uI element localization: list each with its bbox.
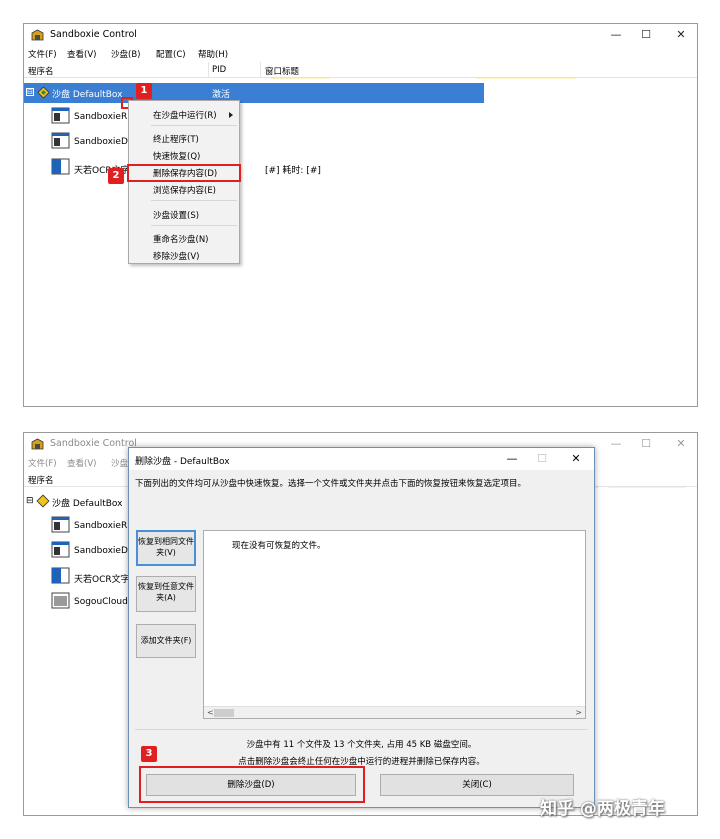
minimize-button[interactable]: — bbox=[601, 436, 631, 452]
column-divider[interactable] bbox=[208, 62, 209, 78]
sandbox-name[interactable]: 沙盘 DefaultBox bbox=[52, 496, 122, 509]
menu-item-explore-contents[interactable]: 浏览保存内容(E) bbox=[153, 184, 216, 196]
sandboxie-window-bottom: Sandboxie Control — ☐ ✕ 文件(F) 查看(V) 沙盘 程… bbox=[23, 432, 698, 816]
menu-separator bbox=[151, 200, 237, 201]
step-badge-1: 1 bbox=[136, 83, 152, 99]
sandbox-icon bbox=[36, 494, 50, 508]
program-window-icon bbox=[51, 107, 70, 124]
sandbox-state: 激活 bbox=[212, 90, 231, 100]
horizontal-scrollbar[interactable]: < > bbox=[204, 706, 585, 718]
collapse-icon[interactable]: ⊟ bbox=[26, 88, 34, 96]
column-window-title[interactable]: 窗口标题 bbox=[265, 65, 299, 77]
menu-file[interactable]: 文件(F) bbox=[28, 457, 57, 469]
menu-item-run-sandboxed[interactable]: 在沙盘中运行(R) bbox=[153, 109, 217, 121]
process-name[interactable]: SandboxieR bbox=[74, 112, 127, 122]
context-menu: 在沙盘中运行(R) 终止程序(T) 快速恢复(Q) 删除保存内容(D) 浏览保存… bbox=[128, 100, 240, 264]
program-window-icon bbox=[51, 541, 70, 558]
menu-item-rename-sandbox[interactable]: 重命名沙盘(N) bbox=[153, 233, 209, 245]
highlight-box-3 bbox=[139, 766, 365, 803]
menu-configure[interactable]: 配置(C) bbox=[156, 48, 186, 60]
sandboxie-logo-icon bbox=[31, 438, 44, 450]
column-program-name[interactable]: 程序名 bbox=[28, 474, 54, 486]
menu-item-terminate-programs[interactable]: 终止程序(T) bbox=[153, 133, 199, 145]
title-bar: Sandboxie Control — ☐ ✕ bbox=[24, 24, 697, 46]
button-label: 恢复到相同文件夹(V) bbox=[138, 537, 194, 557]
menu-view[interactable]: 查看(V) bbox=[67, 48, 96, 60]
menu-help[interactable]: 帮助(H) bbox=[198, 48, 228, 60]
button-label: 添加文件夹(F) bbox=[140, 636, 192, 645]
menu-bar: 文件(F) 查看(V) 沙盘(B) 配置(C) 帮助(H) bbox=[24, 46, 697, 62]
step-badge-3: 3 bbox=[141, 746, 157, 762]
recover-same-folder-button[interactable]: 恢复到相同文件夹(V) bbox=[136, 530, 196, 566]
scroll-right-icon[interactable]: > bbox=[575, 707, 582, 718]
menu-file[interactable]: 文件(F) bbox=[28, 48, 57, 60]
scroll-left-icon[interactable]: < bbox=[207, 707, 214, 718]
empty-list-message: 现在没有可恢复的文件。 bbox=[232, 541, 326, 551]
sandbox-row-defaultbox[interactable]: ⊟ 沙盘 DefaultBox 激活 bbox=[24, 83, 484, 103]
add-folder-button[interactable]: 添加文件夹(F) bbox=[136, 624, 196, 658]
dialog-close-button[interactable]: ✕ bbox=[563, 452, 589, 468]
dialog-title-bar: 删除沙盘 - DefaultBox — ☐ ✕ bbox=[129, 448, 594, 470]
maximize-button[interactable]: ☐ bbox=[631, 436, 661, 452]
program-window-icon bbox=[51, 592, 70, 609]
recover-any-folder-button[interactable]: 恢复到任意文件夹(A) bbox=[136, 576, 196, 612]
sandbox-icon bbox=[37, 86, 50, 99]
window-title-value: [#] 耗时: [#] bbox=[265, 166, 321, 176]
dialog-minimize-button[interactable]: — bbox=[499, 452, 525, 468]
column-pid[interactable]: PID bbox=[212, 65, 226, 75]
menu-sandbox[interactable]: 沙盘(B) bbox=[111, 48, 140, 60]
collapse-icon[interactable]: ⊟ bbox=[26, 496, 34, 506]
program-window-icon bbox=[51, 567, 70, 584]
dialog-title: 删除沙盘 - DefaultBox bbox=[135, 457, 230, 467]
process-name[interactable]: SogouCloud bbox=[74, 597, 128, 607]
menu-item-quick-recovery[interactable]: 快速恢复(Q) bbox=[153, 150, 200, 162]
process-name[interactable]: SandboxieR bbox=[74, 521, 127, 531]
site-watermark: 知乎 @两极青年 bbox=[540, 799, 665, 819]
sandboxie-logo-icon bbox=[31, 29, 44, 41]
menu-item-remove-sandbox[interactable]: 移除沙盘(V) bbox=[153, 250, 199, 262]
sandbox-usage-info: 沙盘中有 11 个文件及 13 个文件夹, 占用 45 KB 磁盘空间。 bbox=[246, 740, 477, 750]
program-window-icon bbox=[51, 132, 70, 149]
step-badge-2: 2 bbox=[108, 168, 124, 184]
process-list: ⊟ 沙盘 DefaultBox 激活 SandboxieR SandboxieD… bbox=[24, 79, 697, 406]
highlight-box-2 bbox=[127, 164, 241, 182]
menu-separator bbox=[151, 225, 237, 226]
program-window-icon bbox=[51, 158, 70, 175]
scroll-thumb[interactable] bbox=[214, 709, 234, 717]
dialog-maximize-button: ☐ bbox=[537, 452, 547, 465]
menu-item-sandbox-settings[interactable]: 沙盘设置(S) bbox=[153, 209, 199, 221]
column-program-name[interactable]: 程序名 bbox=[28, 65, 54, 77]
process-name[interactable]: SandboxieD bbox=[74, 137, 128, 147]
window-title: Sandboxie Control bbox=[50, 29, 137, 40]
menu-separator bbox=[151, 125, 237, 126]
submenu-arrow-icon bbox=[229, 112, 233, 118]
column-divider[interactable] bbox=[260, 62, 261, 78]
delete-sandbox-dialog: 删除沙盘 - DefaultBox — ☐ ✕ 下面列出的文件均可从沙盘中快速恢… bbox=[128, 447, 595, 808]
process-name[interactable]: 天若OCR文字 bbox=[74, 572, 130, 585]
recoverable-files-list[interactable]: 现在没有可恢复的文件。 < > bbox=[203, 530, 586, 719]
menu-sandbox[interactable]: 沙盘 bbox=[111, 457, 128, 469]
process-name[interactable]: SandboxieD bbox=[74, 546, 128, 556]
close-button[interactable]: ✕ bbox=[666, 27, 696, 43]
close-dialog-button[interactable]: 关闭(C) bbox=[380, 774, 574, 796]
dialog-divider bbox=[135, 729, 588, 730]
program-window-icon bbox=[51, 516, 70, 533]
window-title: Sandboxie Control bbox=[50, 438, 137, 449]
menu-view[interactable]: 查看(V) bbox=[67, 457, 96, 469]
close-button[interactable]: ✕ bbox=[666, 436, 696, 452]
maximize-button[interactable]: ☐ bbox=[631, 27, 661, 43]
sandbox-name: 沙盘 DefaultBox bbox=[52, 90, 123, 100]
button-label: 恢复到任意文件夹(A) bbox=[138, 582, 194, 602]
minimize-button[interactable]: — bbox=[601, 27, 631, 43]
column-header: 程序名 PID 窗口标题 bbox=[24, 62, 697, 78]
dialog-instruction: 下面列出的文件均可从沙盘中快速恢复。选择一个文件或文件夹并点击下面的恢复按钮来恢… bbox=[135, 479, 527, 489]
sandboxie-window-top: Sandboxie Control — ☐ ✕ 文件(F) 查看(V) 沙盘(B… bbox=[23, 23, 698, 407]
